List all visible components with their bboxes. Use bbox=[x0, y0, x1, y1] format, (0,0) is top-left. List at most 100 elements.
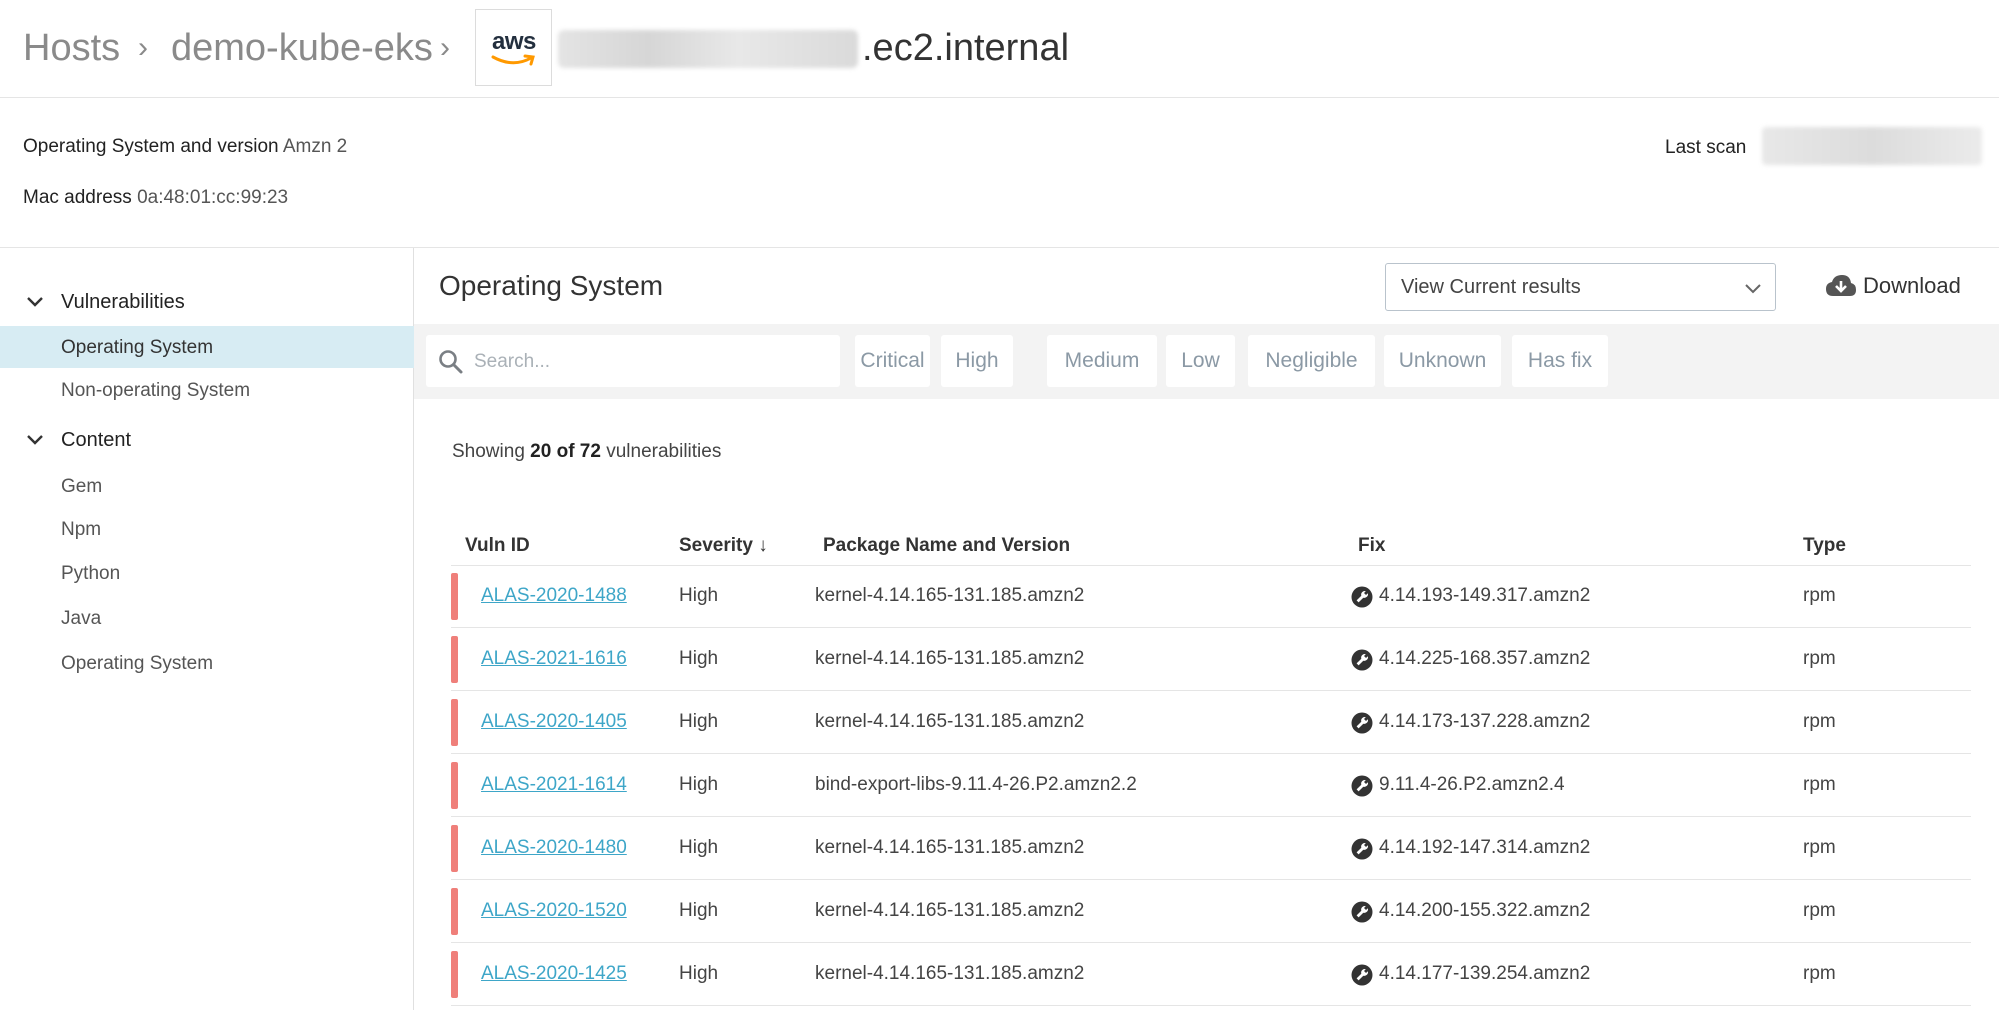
sidebar-item-java[interactable]: Java bbox=[0, 597, 414, 639]
sidebar-group-content[interactable]: Content bbox=[0, 420, 414, 460]
vuln-id-link[interactable]: ALAS-2021-1616 bbox=[481, 648, 627, 670]
breadcrumb-cluster[interactable]: demo-kube-eks bbox=[171, 22, 433, 74]
view-results-select[interactable]: View Current results bbox=[1385, 263, 1776, 311]
filter-negligible[interactable]: Negligible bbox=[1248, 335, 1375, 387]
type-value: rpm bbox=[1803, 774, 1836, 795]
vuln-id-link[interactable]: ALAS-2021-1614 bbox=[481, 774, 627, 796]
search-input[interactable] bbox=[472, 347, 826, 377]
sidebar-item-label: Python bbox=[61, 563, 121, 584]
wrench-icon bbox=[1351, 649, 1373, 671]
sidebar-item-label: Non-operating System bbox=[61, 380, 251, 401]
breadcrumb-hosts[interactable]: Hosts bbox=[23, 22, 120, 74]
sidebar-group-label: Content bbox=[61, 429, 132, 451]
sidebar: Vulnerabilities Operating System Non-ope… bbox=[0, 248, 414, 1010]
column-type[interactable]: Type bbox=[1803, 535, 1846, 557]
filter-unknown[interactable]: Unknown bbox=[1384, 335, 1501, 387]
aws-smile-icon bbox=[491, 54, 535, 66]
sidebar-item-label: Operating System bbox=[61, 653, 214, 674]
type-value: rpm bbox=[1803, 648, 1836, 669]
severity-value: High bbox=[679, 963, 719, 984]
sidebar-item-non-operating-system[interactable]: Non-operating System bbox=[0, 369, 414, 411]
severity-value: High bbox=[679, 585, 719, 606]
search-box bbox=[426, 335, 840, 387]
type-value: rpm bbox=[1803, 711, 1836, 732]
filter-low[interactable]: Low bbox=[1166, 335, 1235, 387]
package-value: kernel-4.14.165-131.185.amzn2 bbox=[815, 900, 1085, 921]
filter-has-fix[interactable]: Has fix bbox=[1512, 335, 1608, 387]
vuln-id-link[interactable]: ALAS-2020-1405 bbox=[481, 711, 627, 733]
severity-indicator bbox=[451, 573, 458, 620]
results-count: Showing 20 of 72 vulnerabilities bbox=[452, 441, 721, 463]
table-row[interactable]: ALAS-2020-1520 High kernel-4.14.165-131.18… bbox=[451, 880, 1971, 943]
filter-medium[interactable]: Medium bbox=[1047, 335, 1157, 387]
filter-bar: Critical High Medium Low Negligible Unkn… bbox=[414, 324, 1999, 399]
table-row[interactable]: ALAS-2020-1405 High kernel-4.14.165-131.18… bbox=[451, 691, 1971, 754]
severity-indicator bbox=[451, 951, 458, 998]
results-count-value: 20 of 72 bbox=[530, 441, 601, 462]
sidebar-item-content-operating-system[interactable]: Operating System bbox=[0, 642, 414, 684]
column-fix[interactable]: Fix bbox=[1358, 535, 1385, 557]
fix-version: 4.14.225-168.357.amzn2 bbox=[1379, 648, 1591, 669]
severity-value: High bbox=[679, 900, 719, 921]
wrench-icon bbox=[1351, 838, 1373, 860]
severity-value: High bbox=[679, 774, 719, 795]
table-row[interactable]: ALAS-2020-1480 High kernel-4.14.165-131.18… bbox=[451, 817, 1971, 880]
fix-version: 9.11.4-26.P2.amzn2.4 bbox=[1379, 774, 1565, 795]
main-content: Operating System View Current results Do… bbox=[414, 248, 1999, 1010]
package-value: kernel-4.14.165-131.185.amzn2 bbox=[815, 648, 1085, 669]
os-version: Operating System and version Amzn 2 bbox=[23, 136, 347, 158]
type-value: rpm bbox=[1803, 585, 1836, 606]
column-package[interactable]: Package Name and Version bbox=[823, 535, 1070, 557]
wrench-icon bbox=[1351, 901, 1373, 923]
fix-version: 4.14.192-147.314.amzn2 bbox=[1379, 837, 1591, 858]
package-value: kernel-4.14.165-131.185.amzn2 bbox=[815, 711, 1085, 732]
type-value: rpm bbox=[1803, 963, 1836, 984]
vuln-id-link[interactable]: ALAS-2020-1480 bbox=[481, 837, 627, 859]
severity-value: High bbox=[679, 648, 719, 669]
severity-indicator bbox=[451, 825, 458, 872]
last-scan-redacted bbox=[1762, 127, 1982, 165]
type-value: rpm bbox=[1803, 837, 1836, 858]
sidebar-group-vulnerabilities[interactable]: Vulnerabilities bbox=[0, 282, 414, 322]
table-row[interactable]: ALAS-2020-1488 High kernel-4.14.165-131.18… bbox=[451, 565, 1971, 628]
page-title: Operating System bbox=[439, 270, 664, 301]
fix-version: 4.14.193-149.317.amzn2 bbox=[1379, 585, 1591, 606]
column-severity[interactable]: Severity ↓ bbox=[679, 535, 768, 557]
type-value: rpm bbox=[1803, 900, 1836, 921]
column-vuln-id[interactable]: Vuln ID bbox=[465, 535, 530, 557]
vuln-id-link[interactable]: ALAS-2020-1520 bbox=[481, 900, 627, 922]
sidebar-item-operating-system[interactable]: Operating System bbox=[0, 326, 414, 368]
sidebar-item-label: Npm bbox=[61, 519, 102, 540]
sidebar-group-label: Vulnerabilities bbox=[61, 291, 185, 313]
sidebar-item-label: Gem bbox=[61, 476, 103, 497]
hostname-suffix: .ec2.internal bbox=[862, 27, 1070, 69]
os-version-value: Amzn 2 bbox=[282, 136, 348, 157]
filter-critical[interactable]: Critical bbox=[855, 335, 930, 387]
severity-indicator bbox=[451, 762, 458, 809]
filter-high[interactable]: High bbox=[941, 335, 1013, 387]
aws-logo: aws bbox=[475, 9, 552, 86]
results-count-suffix: vulnerabilities bbox=[606, 441, 722, 462]
breadcrumb-separator-icon: › bbox=[440, 31, 450, 64]
mac-address-label: Mac address bbox=[23, 187, 132, 208]
last-scan-label: Last scan bbox=[1665, 137, 1747, 158]
table-row[interactable]: ALAS-2020-1425 High kernel-4.14.165-131.18… bbox=[451, 943, 1971, 1006]
table-row[interactable]: ALAS-2021-1616 High kernel-4.14.165-131.18… bbox=[451, 628, 1971, 691]
view-results-value: View Current results bbox=[1401, 276, 1581, 298]
severity-value: High bbox=[679, 711, 719, 732]
table-header: Vuln ID Severity ↓ Package Name and Vers… bbox=[451, 523, 1971, 566]
breadcrumb-separator-icon: › bbox=[138, 31, 148, 64]
severity-indicator bbox=[451, 699, 458, 746]
severity-indicator bbox=[451, 888, 458, 935]
fix-version: 4.14.200-155.322.amzn2 bbox=[1379, 900, 1591, 921]
severity-indicator bbox=[451, 636, 458, 683]
sidebar-item-gem[interactable]: Gem bbox=[0, 465, 414, 507]
sidebar-item-npm[interactable]: Npm bbox=[0, 508, 414, 550]
sidebar-item-python[interactable]: Python bbox=[0, 552, 414, 594]
vuln-id-link[interactable]: ALAS-2020-1425 bbox=[481, 963, 627, 985]
hostname-redacted bbox=[558, 30, 858, 68]
package-value: kernel-4.14.165-131.185.amzn2 bbox=[815, 585, 1085, 606]
table-row[interactable]: ALAS-2021-1614 High bind-export-libs-9.11.… bbox=[451, 754, 1971, 817]
fix-version: 4.14.177-139.254.amzn2 bbox=[1379, 963, 1591, 984]
vuln-id-link[interactable]: ALAS-2020-1488 bbox=[481, 585, 627, 607]
